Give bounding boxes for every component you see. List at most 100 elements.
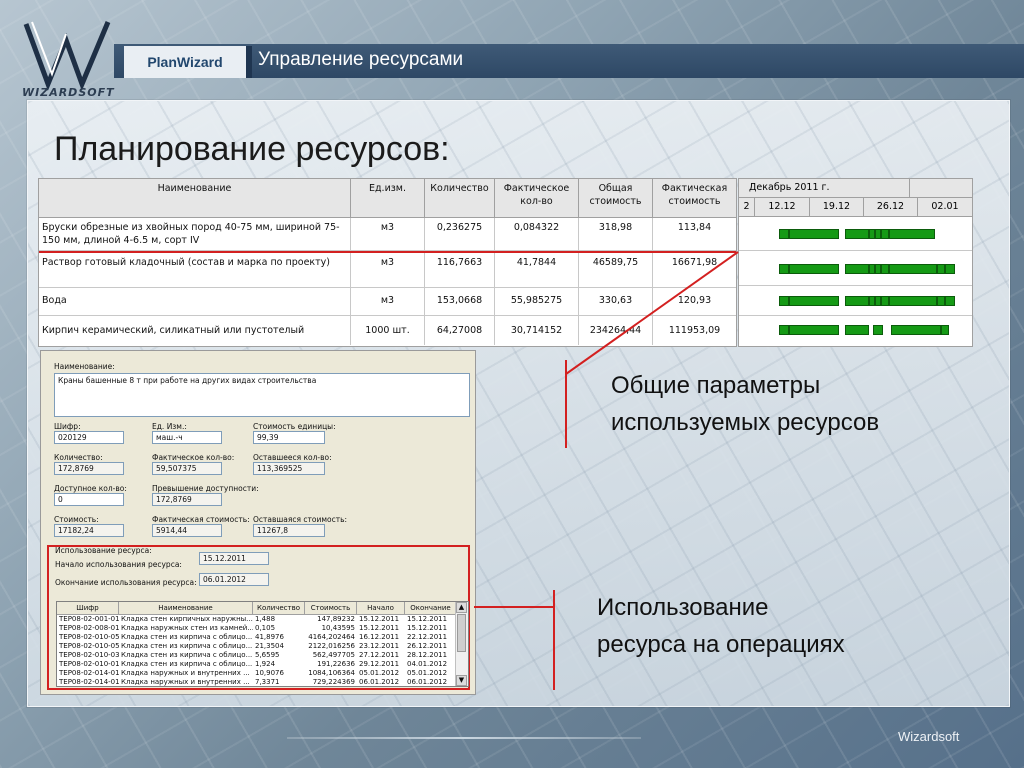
gantt-bar[interactable]: [779, 296, 789, 306]
cost-field[interactable]: 17182,24: [54, 524, 124, 537]
gantt-bar[interactable]: [779, 229, 789, 239]
op-cell-cost: 2122,016256: [308, 642, 355, 650]
gantt-bar[interactable]: [845, 264, 869, 274]
operation-row[interactable]: ТЕР08-02-010-05 Кладка стен из кирпича с …: [57, 633, 457, 642]
op-column-cost[interactable]: Стоимость: [305, 602, 357, 614]
fact-cost-field[interactable]: 5914,44: [152, 524, 222, 537]
gantt-bar[interactable]: [845, 229, 869, 239]
table-row[interactable]: Бруски обрезные из хвойных пород 40-75 м…: [39, 218, 736, 251]
operations-table: Шифр Наименование Количество Стоимость Н…: [56, 601, 469, 687]
scroll-down-icon[interactable]: ▼: [456, 675, 467, 686]
gantt-bar[interactable]: [889, 229, 935, 239]
gantt-chart: Декабрь 2011 г. 2 12.12 19.12 26.12 02.0…: [738, 178, 973, 347]
scroll-thumb[interactable]: [457, 614, 466, 652]
gantt-bar[interactable]: [779, 325, 789, 335]
op-cell-start: 27.12.2011: [359, 651, 400, 659]
gantt-week: 26.12: [864, 198, 918, 216]
gantt-bar[interactable]: [789, 229, 839, 239]
end-date-field[interactable]: 06.01.2012: [199, 573, 269, 586]
op-cell-end: 15.12.2011: [407, 615, 448, 623]
footer-divider: [287, 737, 641, 739]
remain-cost-field[interactable]: 11267,8: [253, 524, 325, 537]
op-cell-qty: 1,924: [255, 660, 276, 668]
remain-qty-field[interactable]: 113,369525: [253, 462, 325, 475]
params-callout-line: используемых ресурсов: [611, 409, 880, 436]
operation-row[interactable]: ТЕР08-02-001-01 Кладка стен кирпичных нар…: [57, 615, 457, 624]
gantt-bar[interactable]: [789, 296, 839, 306]
op-cell-code: ТЕР08-02-010-03: [59, 651, 119, 659]
gantt-bar[interactable]: [945, 296, 955, 306]
table-row[interactable]: Кирпич керамический, силикатный или пуст…: [39, 316, 736, 345]
column-header-unit[interactable]: Ед.изм.: [351, 179, 425, 217]
avail-qty-label: Доступное кол-во:: [54, 484, 127, 493]
operation-row[interactable]: ТЕР08-02-008-01 Кладка наружных стен из к…: [57, 624, 457, 633]
op-column-start[interactable]: Начало: [357, 602, 405, 614]
start-date-field[interactable]: 15.12.2011: [199, 552, 269, 565]
brand-tab: PlanWizard: [124, 46, 252, 78]
excess-field[interactable]: 172,8769: [152, 493, 222, 506]
cell-total: 234264,44: [579, 316, 653, 345]
table-row[interactable]: Раствор готовый кладочный (состав и марк…: [39, 251, 736, 288]
resource-table-header: Наименование Ед.изм. Количество Фактичес…: [39, 179, 736, 218]
operation-row[interactable]: ТЕР08-02-014-01 Кладка наружных и внутрен…: [57, 678, 457, 686]
operation-row[interactable]: ТЕР08-02-010-01 Кладка стен из кирпича с …: [57, 660, 457, 669]
cell-fact-qty: 0,084322: [495, 218, 579, 250]
gantt-bar[interactable]: [937, 264, 945, 274]
operation-row[interactable]: ТЕР08-02-010-03 Кладка стен из кирпича с …: [57, 651, 457, 660]
column-header-name[interactable]: Наименование: [39, 179, 351, 217]
gantt-bar[interactable]: [881, 296, 889, 306]
operation-row[interactable]: ТЕР08-02-010-05 Кладка стен из кирпича с …: [57, 642, 457, 651]
op-cell-end: 15.12.2011: [407, 624, 448, 632]
gantt-bar[interactable]: [891, 325, 941, 335]
operation-row[interactable]: ТЕР08-02-014-01 Кладка наружных и внутрен…: [57, 669, 457, 678]
gantt-bar[interactable]: [779, 264, 789, 274]
gantt-bar[interactable]: [845, 296, 869, 306]
gantt-row: [739, 316, 972, 345]
op-cell-start: 15.12.2011: [359, 615, 400, 623]
op-column-end[interactable]: Окончание: [405, 602, 457, 614]
name-textarea[interactable]: Краны башенные 8 т при работе на других …: [54, 373, 470, 417]
gantt-bar[interactable]: [789, 325, 839, 335]
table-row[interactable]: Вода м3 153,0668 55,985275 330,63 120,93: [39, 286, 736, 316]
unit-cost-field[interactable]: 99,39: [253, 431, 325, 444]
remain-cost-label: Оставшаяся стоимость:: [253, 515, 348, 524]
cell-qty: 116,7663: [425, 253, 495, 287]
gantt-bar[interactable]: [937, 296, 945, 306]
op-cell-name: Кладка стен из кирпича с облицо...: [121, 642, 253, 650]
op-cell-code: ТЕР08-02-014-01: [59, 669, 119, 677]
operations-scrollbar[interactable]: ▲ ▼: [455, 602, 468, 686]
op-column-qty[interactable]: Количество: [253, 602, 305, 614]
op-cell-name: Кладка стен кирпичных наружны...: [121, 615, 253, 623]
gantt-bar[interactable]: [889, 264, 937, 274]
unit-field[interactable]: маш.-ч: [152, 431, 222, 444]
qty-field[interactable]: 172,8769: [54, 462, 124, 475]
op-cell-code: ТЕР08-02-008-01: [59, 624, 119, 632]
gantt-bar[interactable]: [941, 325, 949, 335]
column-header-fact-qty[interactable]: Фактическое кол-во: [495, 179, 579, 217]
cell-name: Вода: [39, 286, 351, 315]
params-callout: Общие параметры используемых ресурсов: [611, 367, 879, 441]
op-column-code[interactable]: Шифр: [57, 602, 119, 614]
op-column-name[interactable]: Наименование: [119, 602, 253, 614]
gantt-bar[interactable]: [845, 325, 869, 335]
column-header-fact-cost[interactable]: Фактическая стоимость: [653, 179, 736, 217]
column-header-total[interactable]: Общая стоимость: [579, 179, 653, 217]
gantt-bar[interactable]: [945, 264, 955, 274]
op-cell-start: 05.01.2012: [359, 669, 400, 677]
name-label: Наименование:: [54, 362, 115, 371]
op-cell-end: 04.01.2012: [407, 660, 448, 668]
column-header-qty[interactable]: Количество: [425, 179, 495, 217]
gantt-week: 02.01: [918, 198, 972, 216]
op-cell-name: Кладка наружных и внутренних ...: [121, 678, 250, 686]
fact-qty-field[interactable]: 59,507375: [152, 462, 222, 475]
cell-unit: м3: [351, 253, 425, 287]
avail-qty-field[interactable]: 0: [54, 493, 124, 506]
gantt-row: [739, 217, 972, 251]
code-field[interactable]: 020129: [54, 431, 124, 444]
gantt-bar[interactable]: [889, 296, 937, 306]
gantt-bar[interactable]: [873, 325, 883, 335]
gantt-bar[interactable]: [881, 264, 889, 274]
gantt-bar[interactable]: [789, 264, 839, 274]
scroll-up-icon[interactable]: ▲: [456, 602, 467, 613]
gantt-bar[interactable]: [881, 229, 889, 239]
